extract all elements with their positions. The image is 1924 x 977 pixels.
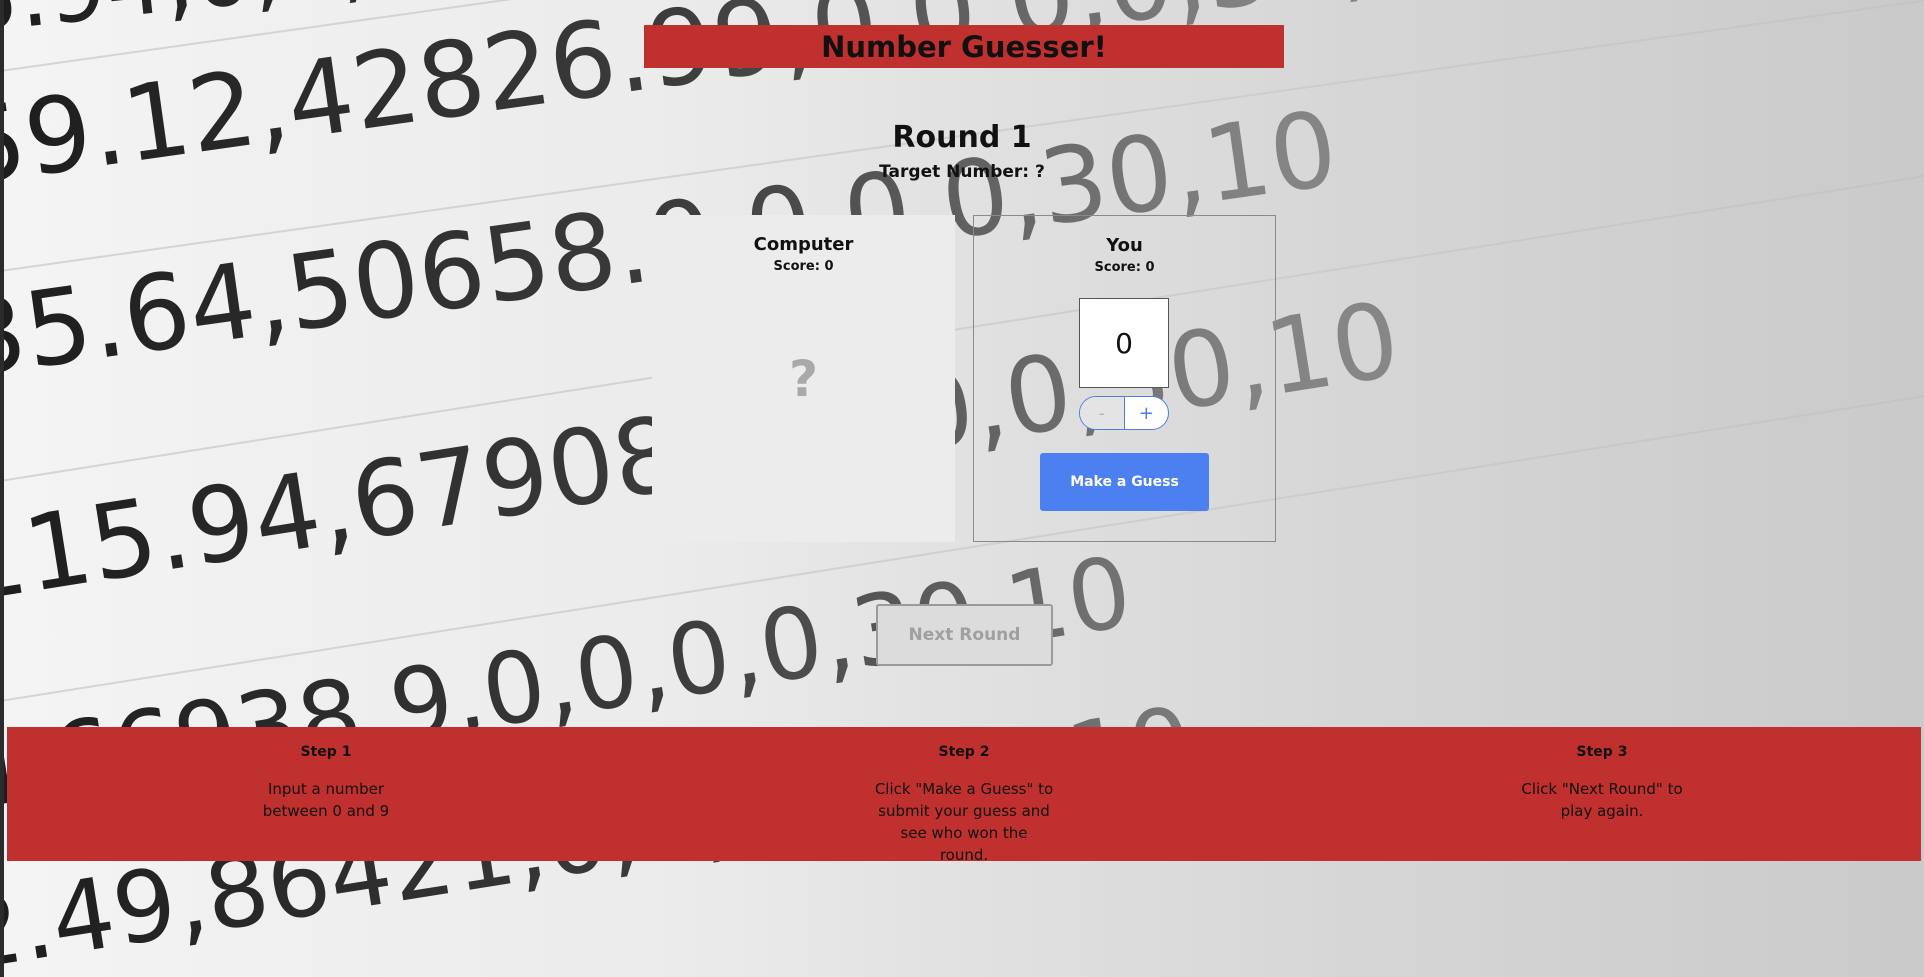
- step-text: Click "Next Round" to play again.: [1521, 780, 1683, 820]
- player-score: Score: 0: [1094, 260, 1155, 275]
- increment-button[interactable]: +: [1125, 397, 1169, 429]
- page: 5.94,0,0,0,0, 59.12,42826.99,0,0,0,0,30,…: [0, 0, 1924, 977]
- guess-stepper: - +: [1079, 396, 1169, 430]
- player-panel: You Score: 0 - + Make a Guess: [973, 215, 1276, 542]
- computer-score: Score: 0: [773, 259, 834, 274]
- step-title: Step 3: [1576, 744, 1628, 760]
- step-text: Click "Make a Guess" to submit your gues…: [874, 780, 1054, 864]
- instruction-step: Step 1 Input a number between 0 and 9: [7, 727, 645, 861]
- instruction-step: Step 3 Click "Next Round" to play again.: [1283, 727, 1921, 861]
- computer-panel: Computer Score: 0 ?: [652, 215, 955, 542]
- round-title: Round 1: [892, 120, 1032, 155]
- next-round-button[interactable]: Next Round: [876, 604, 1053, 666]
- step-text: Input a number between 0 and 9: [262, 780, 390, 820]
- step-title: Step 1: [300, 744, 352, 760]
- computer-guess-display: ?: [788, 350, 818, 408]
- decrement-button[interactable]: -: [1080, 397, 1125, 429]
- make-guess-button[interactable]: Make a Guess: [1040, 453, 1209, 511]
- instruction-step: Step 2 Click "Make a Guess" to submit yo…: [645, 727, 1283, 864]
- step-title: Step 2: [938, 744, 990, 760]
- player-name: You: [1106, 235, 1143, 256]
- page-title: Number Guesser!: [821, 29, 1107, 64]
- instructions-bar: Step 1 Input a number between 0 and 9 St…: [7, 727, 1921, 864]
- target-number-label: Target Number: ?: [879, 162, 1045, 182]
- guess-input[interactable]: [1079, 298, 1169, 388]
- computer-name: Computer: [753, 234, 854, 255]
- title-bar: Number Guesser!: [644, 25, 1284, 68]
